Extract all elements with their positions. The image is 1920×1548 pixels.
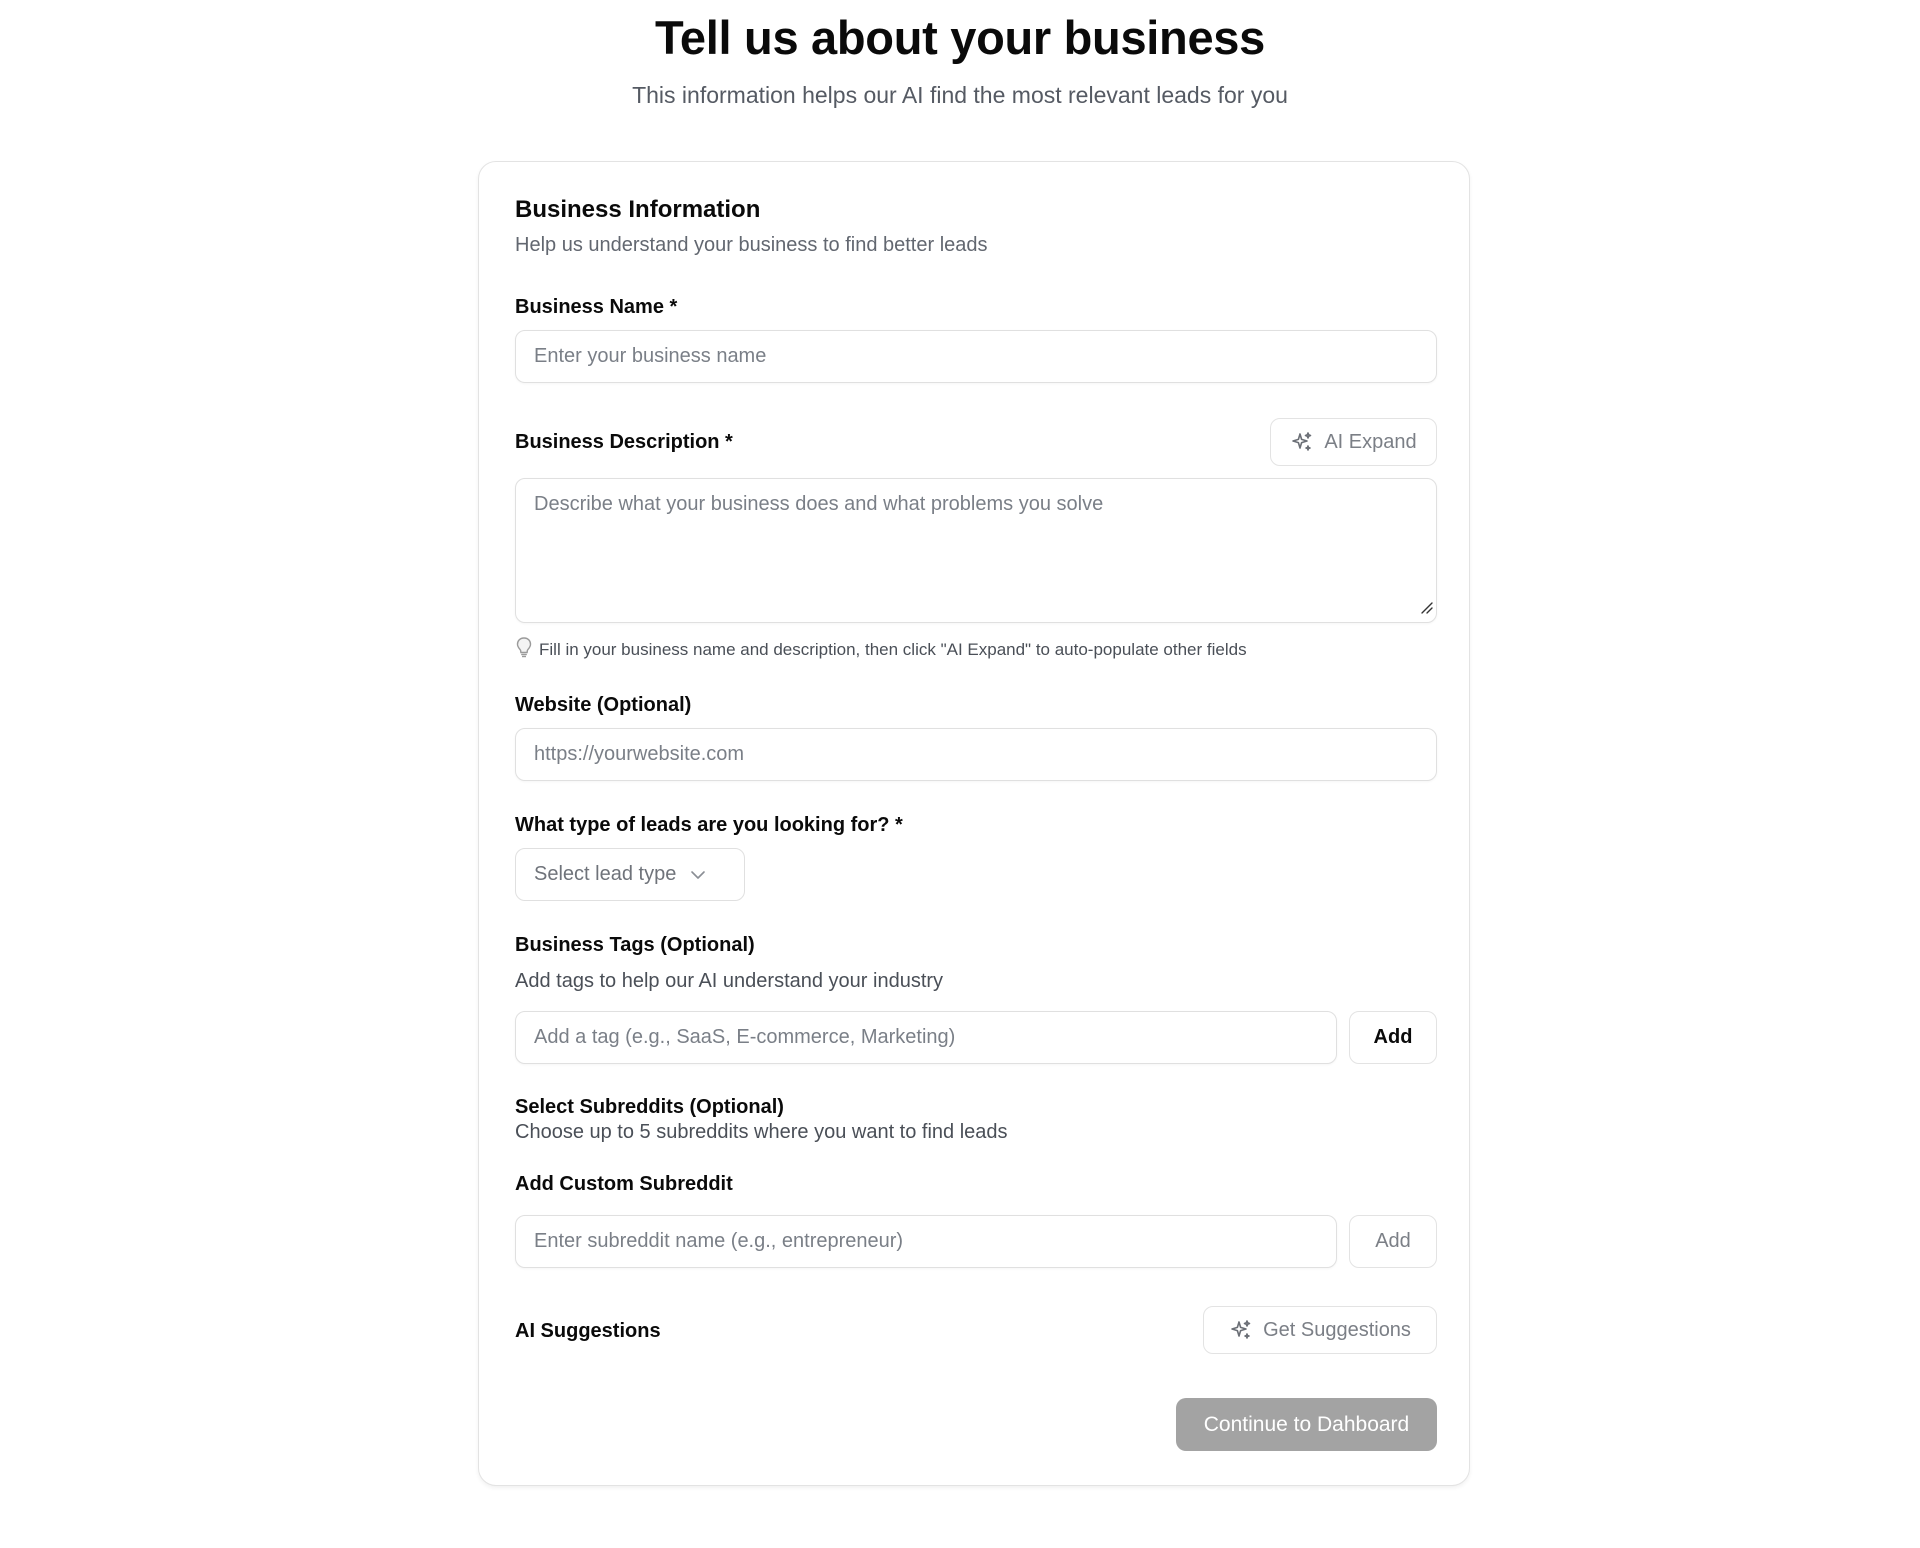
ai-expand-hint: Fill in your business name and descripti… <box>515 636 1247 664</box>
lead-type-label: What type of leads are you looking for? … <box>515 814 903 836</box>
business-description-textarea[interactable] <box>515 478 1437 623</box>
business-tags-label: Business Tags (Optional) <box>515 934 755 956</box>
custom-subreddit-label: Add Custom Subreddit <box>515 1173 733 1195</box>
custom-subreddit-input[interactable] <box>515 1215 1337 1268</box>
card-title: Business Information <box>515 196 761 223</box>
continue-to-dashboard-button[interactable]: Continue to Dahboard <box>1176 1398 1437 1451</box>
add-tag-button[interactable]: Add <box>1349 1011 1437 1064</box>
card-subtitle: Help us understand your business to find… <box>515 234 988 256</box>
lead-type-selected-value: Select lead type <box>534 863 677 885</box>
page-title: Tell us about your business <box>655 11 1265 64</box>
lead-type-select[interactable]: Select lead type <box>515 848 745 901</box>
get-suggestions-button[interactable]: Get Suggestions <box>1203 1306 1437 1354</box>
ai-expand-hint-text: Fill in your business name and descripti… <box>539 640 1247 659</box>
lightbulb-icon <box>515 636 533 664</box>
business-name-label: Business Name * <box>515 296 678 318</box>
subreddits-label: Select Subreddits (Optional) <box>515 1096 784 1118</box>
business-tag-input[interactable] <box>515 1011 1337 1064</box>
ai-expand-button[interactable]: AI Expand <box>1270 418 1437 466</box>
business-description-label: Business Description * <box>515 431 733 453</box>
add-subreddit-button[interactable]: Add <box>1349 1215 1437 1268</box>
onboarding-page: Tell us about your business This informa… <box>0 0 1920 1548</box>
website-input[interactable] <box>515 728 1437 781</box>
business-description-wrapper <box>515 478 1437 623</box>
website-label: Website (Optional) <box>515 694 692 716</box>
sparkles-icon <box>1229 1318 1253 1342</box>
ai-suggestions-label: AI Suggestions <box>515 1320 661 1342</box>
ai-expand-label: AI Expand <box>1324 430 1417 453</box>
business-name-input[interactable] <box>515 330 1437 383</box>
get-suggestions-label: Get Suggestions <box>1263 1318 1411 1341</box>
business-tags-description: Add tags to help our AI understand your … <box>515 970 944 992</box>
page-subtitle: This information helps our AI find the m… <box>632 82 1288 108</box>
resize-handle-icon[interactable] <box>1419 600 1433 619</box>
chevron-down-icon <box>690 863 706 886</box>
business-information-card: Business Information Help us understand … <box>478 161 1470 1486</box>
sparkles-icon <box>1290 430 1314 454</box>
subreddits-description: Choose up to 5 subreddits where you want… <box>515 1121 1008 1143</box>
